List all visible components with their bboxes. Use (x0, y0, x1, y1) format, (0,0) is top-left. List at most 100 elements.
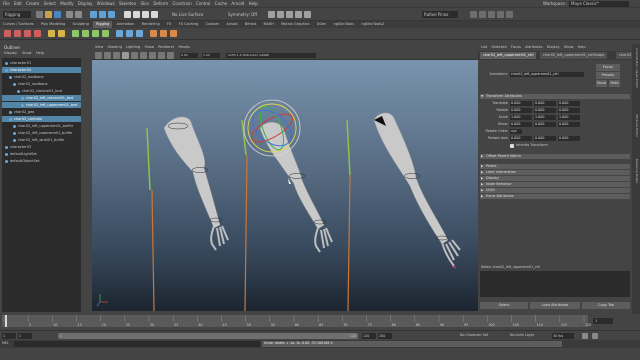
viewport-menu-show[interactable]: Show (145, 44, 154, 51)
presets-button[interactable]: Presets (596, 72, 620, 79)
notes-textarea[interactable] (480, 271, 630, 297)
outliner-menu-help[interactable]: Help (36, 51, 44, 56)
snap-grid-icon[interactable] (124, 11, 131, 18)
bind-skin-icon[interactable] (48, 30, 55, 37)
smooth-shade-icon[interactable] (122, 52, 129, 59)
outliner-item[interactable]: char02_left_lowerarm01_buffer (2, 130, 81, 136)
freeze-transforms-icon[interactable] (170, 30, 177, 37)
shear-y-field[interactable]: 0.000 (534, 122, 556, 127)
menu-create[interactable]: Create (26, 0, 39, 8)
range-end-field[interactable]: 120 (362, 333, 376, 339)
section-transform-attributes[interactable]: ▼ Transform Attributes (480, 94, 630, 99)
anim-layer-select[interactable]: No Anim Layer (510, 333, 534, 337)
show-button[interactable]: Show (596, 80, 607, 87)
exposure-field[interactable]: 0.00 (180, 53, 198, 58)
scale-y-field[interactable]: 1.000 (534, 115, 556, 120)
viewport-menu-shading[interactable]: Shading (108, 44, 122, 51)
side-tab-channel-box[interactable]: Channel Box / Layer Editor (633, 48, 639, 88)
section-limit-information[interactable]: ▶ Limit Information (480, 170, 630, 175)
shelf-tab-ngskintools2[interactable]: ngSkinTools2 (358, 21, 387, 28)
shelf-tab-curves[interactable]: Curves / Surfaces (0, 21, 37, 28)
focus-button[interactable]: Focus (596, 64, 620, 71)
ae-menu-show[interactable]: Show (564, 44, 573, 51)
save-scene-icon[interactable] (54, 11, 61, 18)
outliner-item[interactable]: char02_left_upperarm01_buffer (2, 123, 81, 129)
render-icon[interactable] (268, 11, 275, 18)
viewport-3d[interactable] (92, 60, 478, 311)
rotate-axis-y-field[interactable]: 0.000 (534, 136, 556, 141)
outliner-item[interactable]: char02_left_clavicle01_bnd (2, 95, 81, 101)
character-set-select[interactable]: No Character Set (460, 333, 488, 337)
cluster-icon[interactable] (116, 30, 123, 37)
side-tab-attribute-editor[interactable]: Attribute Editor (633, 114, 639, 137)
insert-joint-icon[interactable] (14, 30, 21, 37)
shelf-tab-rendering[interactable]: Rendering (139, 21, 163, 28)
shear-x-field[interactable]: 0.000 (510, 122, 532, 127)
isolate-select-icon[interactable] (167, 52, 174, 59)
select-component-icon[interactable] (108, 11, 115, 18)
paint-weights-icon[interactable] (58, 30, 65, 37)
viewport-menu-view[interactable]: View (95, 44, 103, 51)
section-pivots[interactable]: ▶ Pivots (480, 164, 630, 169)
section-extra-attributes[interactable]: ▶ Extra Attributes (480, 194, 630, 199)
viewport-menu-lighting[interactable]: Lighting (126, 44, 140, 51)
menu-modify[interactable]: Modify (60, 0, 73, 8)
joint-tool-icon[interactable] (4, 30, 11, 37)
gamma-field[interactable]: 1.00 (202, 53, 220, 58)
workspace-select[interactable]: Maya Classic* (569, 1, 629, 7)
new-scene-icon[interactable] (36, 11, 43, 18)
menu-help[interactable]: Help (249, 0, 258, 8)
outliner-item[interactable]: char02_left_wrist01_buffer (2, 137, 81, 143)
scale-z-field[interactable]: 1.000 (558, 115, 580, 120)
outliner-menu-display[interactable]: Display (4, 51, 17, 56)
copy-tab-button[interactable]: Copy Tab (582, 302, 630, 309)
nurbs-circle-icon[interactable] (160, 30, 167, 37)
hik-icon[interactable] (479, 11, 486, 18)
menu-skin[interactable]: Skin (141, 0, 150, 8)
render-setup-icon[interactable] (304, 11, 311, 18)
menu-cache[interactable]: Cache (215, 0, 227, 8)
rotate-z-field[interactable]: 0.000 (558, 108, 580, 113)
outliner-list[interactable]: character01 character02 char02_rootbone cha… (2, 58, 81, 312)
ik-spline-icon[interactable] (34, 30, 41, 37)
point-constraint-icon[interactable] (82, 30, 89, 37)
ik-handle-icon[interactable] (24, 30, 31, 37)
scale-x-field[interactable]: 1.000 (510, 115, 532, 120)
outliner-item[interactable]: defaultLightSet (2, 151, 81, 157)
outliner-item[interactable]: character03 (2, 144, 81, 150)
select-button[interactable]: Select (480, 302, 528, 309)
end-frame-field[interactable]: 200 (378, 333, 392, 339)
xray-icon[interactable] (158, 52, 165, 59)
rotate-y-field[interactable]: 0.000 (534, 108, 556, 113)
render-settings-icon[interactable] (286, 11, 293, 18)
time-slider[interactable]: 0510152025303540455055606570758085909510… (0, 314, 640, 330)
undo-icon[interactable] (66, 11, 73, 18)
select-object-icon[interactable] (99, 11, 106, 18)
outliner-item[interactable]: character01 (2, 60, 81, 66)
camera-icon[interactable] (95, 52, 102, 59)
shelf-tab-bifrost[interactable]: Bifrost (242, 21, 259, 28)
translate-z-field[interactable]: 0.000 (558, 101, 580, 106)
fps-select[interactable]: 30 fps (552, 333, 574, 339)
lights-icon[interactable] (140, 52, 147, 59)
ae-menu-focus[interactable]: Focus (511, 44, 521, 51)
section-offset-parent-matrix[interactable]: ▶ Offset Parent Matrix (480, 154, 630, 159)
textured-icon[interactable] (131, 52, 138, 59)
outliner-item[interactable]: char02_left_upperarm01_bnd (2, 102, 81, 108)
menu-select[interactable]: Select (44, 0, 56, 8)
tool-settings-icon[interactable] (497, 11, 504, 18)
viewport-menu-panels[interactable]: Panels (179, 44, 190, 51)
rotate-order-select[interactable]: xyz (510, 129, 522, 134)
transform-name-field[interactable]: char02_left_upperarm01_ctrl (510, 72, 584, 77)
ae-menu-selected[interactable]: Selected (491, 44, 506, 51)
snap-point-icon[interactable] (142, 11, 149, 18)
section-node-behavior[interactable]: ▶ Node Behavior (480, 182, 630, 187)
orient-constraint-icon[interactable] (92, 30, 99, 37)
shelf-tab-animation[interactable]: Animation (114, 21, 138, 28)
command-input[interactable] (14, 341, 260, 347)
menu-skeleton[interactable]: Skeleton (119, 0, 136, 8)
ae-menu-list[interactable]: List (481, 44, 487, 51)
menu-file[interactable]: File (3, 0, 10, 8)
rotate-axis-z-field[interactable]: 0.000 (558, 136, 580, 141)
colorspace-select[interactable]: ACES 1.0 SDR-video (sRGB) (226, 53, 316, 58)
